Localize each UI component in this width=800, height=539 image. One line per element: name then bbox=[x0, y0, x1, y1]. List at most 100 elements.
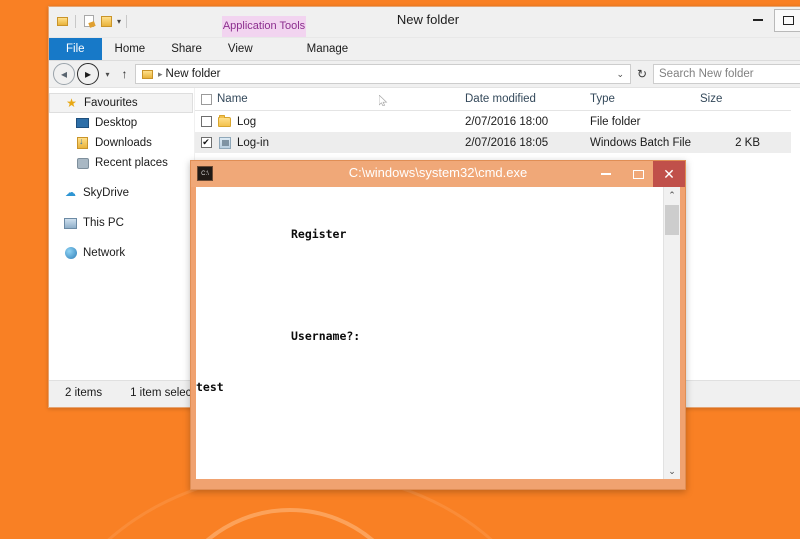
cmd-minimize-button[interactable] bbox=[591, 161, 621, 187]
checkbox-glyph bbox=[200, 116, 212, 127]
console-line: Username?: bbox=[291, 329, 361, 343]
downloads-icon bbox=[75, 136, 90, 151]
status-item-count: 2 items bbox=[65, 387, 103, 399]
file-list-scrollbar[interactable] bbox=[791, 88, 800, 380]
file-date-cell: 2/07/2016 18:05 bbox=[465, 136, 549, 149]
minimize-icon bbox=[601, 173, 611, 175]
ribbon-tab-view[interactable]: View bbox=[215, 38, 266, 60]
scroll-up-arrow-icon[interactable]: ⌃ bbox=[664, 187, 680, 203]
file-size-cell: 2 KB bbox=[735, 136, 760, 149]
star-icon: ★ bbox=[66, 96, 77, 110]
scroll-down-arrow-icon[interactable]: ⌄ bbox=[664, 463, 680, 479]
file-type-cell: File folder bbox=[590, 115, 641, 128]
recent-places-icon bbox=[75, 156, 90, 171]
table-row[interactable]: Log 2/07/2016 18:00 File folder bbox=[195, 111, 791, 132]
sidebar-item-this-pc[interactable]: This PC bbox=[49, 213, 194, 233]
row-checkbox[interactable] bbox=[195, 116, 217, 127]
sidebar-item-desktop[interactable]: Desktop bbox=[49, 113, 194, 133]
sidebar-item-label: This PC bbox=[83, 217, 124, 229]
sidebar-item-network[interactable]: Network bbox=[49, 243, 194, 263]
cmd-window[interactable]: C:\ C:\windows\system32\cmd.exe ✕ Regist… bbox=[190, 160, 686, 490]
sidebar-item-downloads[interactable]: Downloads bbox=[49, 133, 194, 153]
column-header-type[interactable]: Type bbox=[590, 93, 700, 105]
nav-spacer-1 bbox=[49, 173, 194, 183]
column-header-date-modified[interactable]: Date modified bbox=[465, 93, 590, 105]
folder-icon bbox=[217, 114, 232, 129]
close-icon: ✕ bbox=[663, 166, 675, 182]
file-type-cell: Windows Batch File bbox=[590, 136, 691, 149]
back-button[interactable]: ◂ bbox=[53, 63, 75, 85]
ribbon-tab-manage[interactable]: Manage bbox=[294, 38, 362, 60]
ribbon-tab-home[interactable]: Home bbox=[102, 38, 159, 60]
file-name-cell[interactable]: Log bbox=[217, 114, 465, 129]
address-folder-icon bbox=[140, 67, 155, 82]
explorer-window-title: New folder bbox=[396, 12, 460, 27]
cloud-icon: ☁ bbox=[65, 186, 76, 199]
scrollbar-thumb[interactable] bbox=[665, 205, 679, 235]
address-path-field[interactable]: ▸ New folder ⌄ bbox=[135, 64, 631, 84]
network-icon bbox=[63, 246, 78, 261]
ribbon-tab-strip[interactable]: File Home Share View Manage bbox=[49, 38, 800, 61]
navigation-pane[interactable]: ★ Favourites Desktop Downloads Recent pl… bbox=[49, 88, 195, 380]
sidebar-item-label: Downloads bbox=[95, 137, 152, 149]
quick-access-toolbar[interactable]: ▾ bbox=[55, 10, 129, 32]
explorer-maximize-button[interactable] bbox=[773, 7, 800, 33]
up-button[interactable]: ↑ bbox=[116, 64, 133, 84]
nav-spacer-2 bbox=[49, 203, 194, 213]
breadcrumb-separator-icon: ▸ bbox=[158, 68, 163, 79]
qat-properties-icon[interactable] bbox=[99, 14, 114, 29]
sidebar-item-label: Desktop bbox=[95, 117, 138, 129]
table-row[interactable]: ✔ Log-in 2/07/2016 18:05 Windows Batch F… bbox=[195, 132, 791, 153]
refresh-button[interactable]: ↻ bbox=[633, 64, 651, 84]
select-all-checkbox[interactable] bbox=[195, 93, 217, 105]
computer-icon bbox=[63, 216, 78, 231]
console-line: test bbox=[196, 380, 224, 394]
qat-divider-2 bbox=[126, 14, 128, 28]
sidebar-item-favourites[interactable]: ★ Favourites bbox=[49, 93, 193, 113]
qat-customize-caret-icon[interactable]: ▾ bbox=[117, 17, 121, 26]
file-date-cell: 2/07/2016 18:00 bbox=[465, 115, 549, 128]
explorer-address-bar[interactable]: ◂ ▸ ▾ ↑ ▸ New folder ⌄ ↻ Search New fold… bbox=[49, 61, 800, 87]
column-header-name[interactable]: Name bbox=[217, 93, 465, 105]
cmd-titlebar[interactable]: C:\ C:\windows\system32\cmd.exe ✕ bbox=[191, 161, 685, 187]
cmd-console-output[interactable]: Register Username?: test Password?: 123 bbox=[196, 187, 663, 479]
cmd-close-button[interactable]: ✕ bbox=[653, 161, 685, 187]
sidebar-item-label: Network bbox=[83, 247, 126, 259]
nav-spacer-3 bbox=[49, 233, 194, 243]
file-name-label: Log-in bbox=[237, 136, 269, 149]
column-header-size[interactable]: Size bbox=[700, 93, 760, 105]
explorer-titlebar[interactable]: ▾ Application Tools New folder bbox=[49, 7, 800, 38]
qat-divider bbox=[75, 14, 76, 28]
sidebar-item-skydrive[interactable]: ☁ SkyDrive bbox=[49, 183, 194, 203]
console-line: Register bbox=[291, 227, 347, 241]
desktop-icon bbox=[75, 116, 90, 131]
sidebar-item-label: SkyDrive bbox=[83, 187, 130, 199]
search-input[interactable]: Search New folder bbox=[653, 64, 800, 84]
mouse-cursor-icon bbox=[379, 95, 388, 106]
sidebar-item-label: Favourites bbox=[84, 97, 138, 109]
explorer-minimize-button[interactable] bbox=[743, 7, 773, 33]
cmd-client-area[interactable]: Register Username?: test Password?: 123 … bbox=[196, 187, 680, 479]
cmd-maximize-button[interactable] bbox=[623, 161, 653, 187]
cmd-scrollbar[interactable]: ⌃ ⌄ bbox=[663, 187, 680, 479]
file-name-label: Log bbox=[237, 115, 257, 128]
address-dropdown-caret-icon[interactable]: ⌄ bbox=[616, 69, 626, 80]
qat-new-item-icon[interactable] bbox=[81, 14, 96, 29]
breadcrumb-current-folder[interactable]: New folder bbox=[166, 68, 221, 80]
recent-locations-caret-icon[interactable]: ▾ bbox=[101, 64, 114, 84]
file-list-header[interactable]: Name Date modified Type Size bbox=[195, 88, 791, 111]
sidebar-item-label: Recent places bbox=[95, 157, 168, 169]
row-checkbox[interactable]: ✔ bbox=[195, 137, 217, 148]
file-name-cell[interactable]: Log-in bbox=[217, 135, 465, 150]
sidebar-item-recent-places[interactable]: Recent places bbox=[49, 153, 194, 173]
qat-folder-icon[interactable] bbox=[55, 14, 70, 29]
contextual-tab-application-tools[interactable]: Application Tools bbox=[222, 16, 306, 37]
ribbon-tab-file[interactable]: File bbox=[49, 38, 102, 60]
minimize-icon bbox=[753, 19, 763, 21]
forward-button[interactable]: ▸ bbox=[77, 63, 99, 85]
maximize-icon bbox=[782, 15, 794, 25]
search-placeholder: Search New folder bbox=[659, 68, 754, 80]
ribbon-tab-share[interactable]: Share bbox=[158, 38, 215, 60]
